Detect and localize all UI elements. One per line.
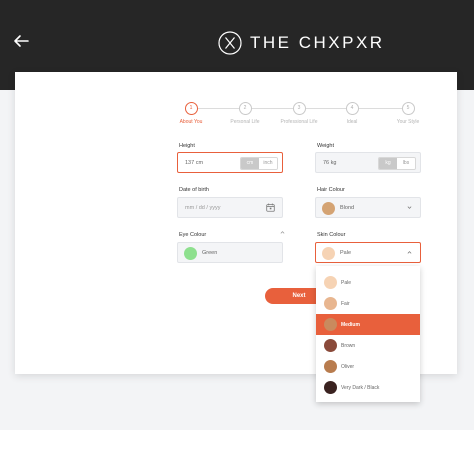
step-number: 1: [184, 102, 198, 115]
height-label: Height: [179, 143, 195, 149]
step-label: Ideal: [346, 119, 358, 125]
hair-colour-value: Blond: [340, 205, 355, 211]
step-professional-life[interactable]: 3 Professional Life: [269, 102, 329, 125]
weight-unit-toggle: kg lbs: [378, 157, 416, 170]
brand-name: THE CHXPXR: [250, 33, 385, 52]
height-unit-toggle: cm inch: [240, 157, 278, 170]
skin-swatch: [324, 339, 337, 352]
skin-swatch: [324, 297, 337, 310]
skin-colour-label: Skin Colour: [317, 232, 346, 238]
calendar-icon[interactable]: [266, 203, 275, 212]
skin-option-label: Fair: [341, 301, 350, 307]
chevron-up-icon[interactable]: [280, 230, 285, 235]
step-about-you[interactable]: 1 About You: [161, 102, 221, 125]
step-label: Professional Life: [280, 119, 318, 125]
dob-label: Date of birth: [179, 187, 209, 193]
hair-colour-select[interactable]: Blond: [315, 197, 421, 218]
skin-option-very-dark[interactable]: Very Dark / Black: [316, 377, 420, 398]
chevron-down-icon: [407, 206, 412, 209]
chevron-up-icon: [407, 251, 412, 254]
step-your-style[interactable]: 5 Your Style: [378, 102, 438, 125]
skin-swatch: [324, 276, 337, 289]
weight-label: Weight: [317, 143, 335, 149]
unit-inch-option[interactable]: inch: [259, 158, 277, 169]
skin-option-fair[interactable]: Fair: [316, 293, 420, 314]
skin-colour-value: Pale: [340, 250, 352, 256]
eye-colour-select[interactable]: Green: [177, 242, 283, 263]
eye-colour-swatch: [184, 247, 197, 260]
skin-swatch: [324, 318, 337, 331]
skin-option-label: Brown: [341, 343, 356, 349]
skin-option-brown[interactable]: Brown: [316, 335, 420, 356]
logo-x-icon: [218, 31, 242, 55]
skin-colour-dropdown: Pale Fair Medium Brown Oliver Very Dark …: [316, 266, 420, 402]
back-arrow-icon[interactable]: [12, 32, 30, 50]
page-bottom: [0, 430, 474, 474]
eye-colour-value: Green: [202, 250, 218, 256]
skin-option-medium[interactable]: Medium: [316, 314, 420, 335]
skin-colour-swatch: [322, 247, 335, 260]
skin-option-oliver[interactable]: Oliver: [316, 356, 420, 377]
step-ideal[interactable]: 4 Ideal: [322, 102, 382, 125]
step-label: Personal Life: [230, 119, 260, 125]
eye-colour-label: Eye Colour: [179, 232, 207, 238]
unit-lbs-option[interactable]: lbs: [397, 158, 415, 169]
skin-swatch: [324, 360, 337, 373]
skin-option-pale[interactable]: Pale: [316, 272, 420, 293]
skin-option-label: Oliver: [341, 364, 355, 370]
step-number: 5: [401, 102, 415, 115]
step-label: About You: [179, 119, 203, 125]
unit-cm-option[interactable]: cm: [241, 158, 259, 169]
hair-colour-label: Hair Colour: [317, 187, 345, 193]
brand-logo[interactable]: THE CHXPXR: [218, 30, 385, 56]
skin-colour-select[interactable]: Pale: [315, 242, 421, 263]
hair-colour-swatch: [322, 202, 335, 215]
weight-value: 76 kg: [323, 160, 337, 166]
height-field[interactable]: 137 cm cm inch: [177, 152, 283, 173]
dob-field[interactable]: mm / dd / yyyy: [177, 197, 283, 218]
unit-kg-option[interactable]: kg: [379, 158, 397, 169]
skin-option-label: Medium: [341, 322, 360, 328]
step-label: Your Style: [396, 119, 420, 125]
height-value: 137 cm: [185, 160, 204, 166]
skin-option-label: Very Dark / Black: [341, 385, 380, 391]
skin-option-label: Pale: [341, 280, 352, 286]
step-number: 4: [345, 102, 359, 115]
step-number: 2: [238, 102, 252, 115]
step-personal-life[interactable]: 2 Personal Life: [215, 102, 275, 125]
step-number: 3: [292, 102, 306, 115]
dob-placeholder: mm / dd / yyyy: [185, 205, 221, 211]
skin-swatch: [324, 381, 337, 394]
weight-field[interactable]: 76 kg kg lbs: [315, 152, 421, 173]
